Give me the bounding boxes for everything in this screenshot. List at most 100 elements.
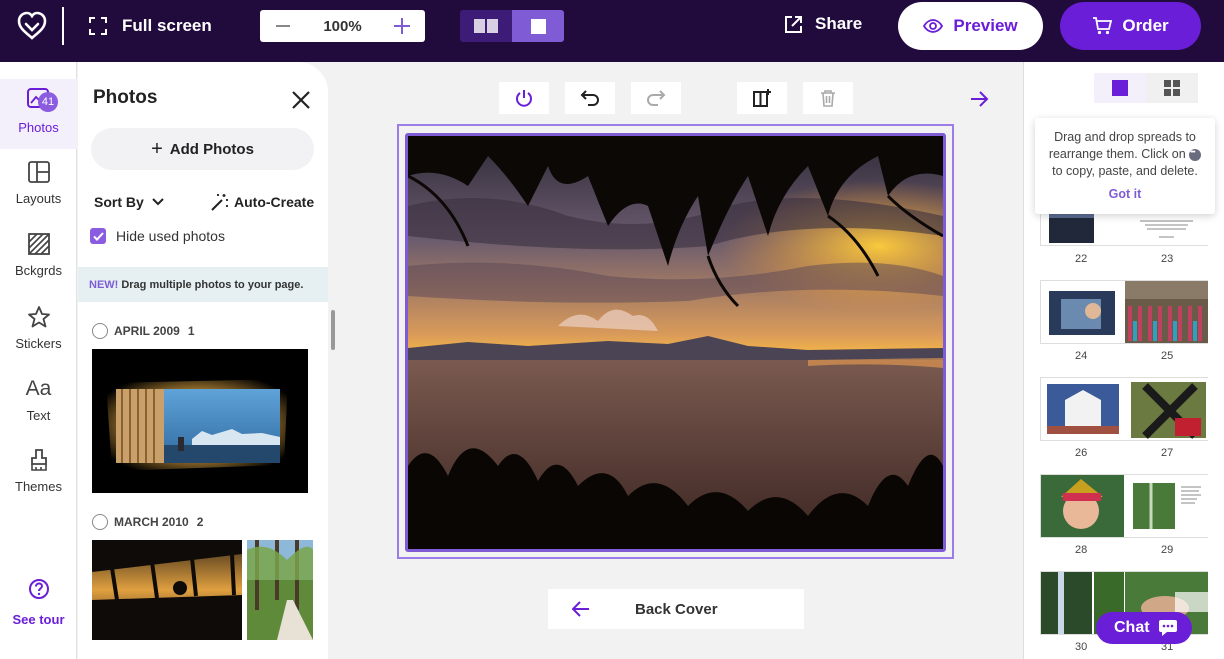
backgrounds-icon [27,233,50,255]
tip-line-text: rearrange them. Click on [1048,147,1186,161]
tip-line: rearrange them. Click on [1035,144,1215,163]
power-icon [516,90,532,107]
delete-button[interactable] [803,82,853,114]
spread-page-image [1041,378,1124,440]
chat-bubble-icon [1158,620,1177,636]
spread-thumbnail[interactable] [1040,377,1208,441]
spread-view-button[interactable] [460,10,512,42]
spread-page-image [1125,378,1208,440]
divider [62,7,64,45]
auto-create-label: Auto-Create [234,194,315,210]
rearrange-tip: Drag and drop spreads to rearrange them.… [1035,118,1215,214]
check-icon [92,231,104,241]
paintbrush-icon [30,449,47,471]
got-it-button[interactable]: Got it [1035,186,1215,203]
back-cover-label: Back Cover [635,600,718,618]
photo-thumbnail[interactable] [92,349,308,493]
spread-thumbnail[interactable] [1040,280,1208,344]
rail-item-text[interactable]: Aa Text [0,369,77,439]
drag-notice: NEW! Drag multiple photos to your page. [78,267,328,302]
sort-by-dropdown[interactable]: Sort By [94,194,164,210]
share-button[interactable]: Share [784,14,862,34]
undo-icon [580,90,599,106]
preview-button[interactable]: Preview [898,2,1043,50]
back-cover-button[interactable]: Back Cover [548,589,804,629]
notice-text: Drag multiple photos to your page. [121,278,304,291]
spread-thumbnail[interactable] [1040,474,1208,538]
zoom-value: 100% [323,17,362,35]
add-page-button[interactable] [737,82,787,114]
group-select-radio[interactable] [92,323,108,339]
rail-photos-label: Photos [18,120,59,135]
redo-icon [647,90,666,106]
zoom-out-button[interactable] [272,15,294,37]
layouts-icon [27,161,50,183]
window-view-photo [92,349,308,493]
redo-button[interactable] [631,82,681,114]
chat-label: Chat [1114,619,1150,636]
notice-new-tag: NEW! [89,278,119,291]
page-number: 30 [1075,641,1088,653]
power-button[interactable] [499,82,549,114]
tool-rail: 41 Photos Layouts Bckgrds Stickers Aa Te… [0,62,77,659]
magic-wand-icon [211,194,228,211]
page-number: 27 [1161,447,1174,459]
share-label: Share [815,14,863,33]
arrow-right-icon[interactable] [968,88,990,110]
auto-create-button[interactable]: Auto-Create [210,192,314,212]
grid-view-button[interactable] [1146,73,1198,103]
photo-thumbnail[interactable] [92,540,242,640]
group-count: 2 [196,515,204,529]
spread-page-image [1125,475,1208,537]
rail-text-label: Text [26,408,51,423]
order-label: Order [1122,16,1169,35]
rail-item-themes[interactable]: Themes [0,440,77,510]
chat-button[interactable]: Chat [1096,612,1192,644]
photo-thumbnail[interactable] [247,540,313,640]
fullscreen-button[interactable]: Full screen [88,14,212,38]
page-selection-frame[interactable] [397,124,954,559]
hide-used-checkbox[interactable] [90,228,106,244]
tip-line: to copy, paste, and delete. [1052,164,1198,178]
rail-item-layouts[interactable]: Layouts [0,152,77,222]
photo-group-header: MARCH 2010 2 [92,514,203,530]
single-spread-view-button[interactable] [1094,73,1146,103]
zoom-control: 100% [260,10,425,42]
see-tour-button[interactable]: See tour [0,578,77,627]
group-select-radio[interactable] [92,514,108,530]
hide-used-label: Hide used photos [116,228,225,244]
page-number: 24 [1075,350,1088,362]
page-number: 22 [1075,253,1088,265]
photos-panel: Photos + Add Photos Sort By Auto-Create … [78,62,328,659]
group-date-label: MARCH 2010 [114,515,189,529]
park-path-photo [247,540,313,640]
trash-icon [821,90,835,107]
close-icon[interactable] [290,89,312,111]
add-photos-button[interactable]: + Add Photos [91,128,314,170]
rail-backgrounds-label: Bckgrds [15,263,62,278]
heart-logo-icon[interactable] [17,11,47,41]
sunset-lake-photo [408,136,943,549]
minus-icon [276,25,290,27]
see-tour-label: See tour [12,612,65,627]
order-button[interactable]: Order [1060,2,1201,50]
spread-page-image [1125,281,1208,343]
group-count: 1 [187,324,195,338]
page-number: 28 [1075,544,1088,556]
rail-item-backgrounds[interactable]: Bckgrds [0,224,77,294]
rail-item-stickers[interactable]: Stickers [0,297,77,367]
spread-page-image [1041,475,1124,537]
fullscreen-label: Full screen [122,16,212,35]
photo-group-header: APRIL 2009 1 [92,323,195,339]
help-icon [28,579,49,599]
undo-button[interactable] [565,82,615,114]
spreads-view-toggle [1094,73,1198,103]
panel-scrollbar[interactable] [331,310,335,350]
single-page-view-button[interactable] [512,10,564,42]
zoom-in-button[interactable] [391,15,413,37]
rail-item-photos[interactable]: 41 Photos [0,79,77,149]
rail-layouts-label: Layouts [15,191,62,206]
page-photo[interactable] [405,133,946,552]
star-icon [27,306,50,328]
arrow-left-icon [572,601,589,617]
